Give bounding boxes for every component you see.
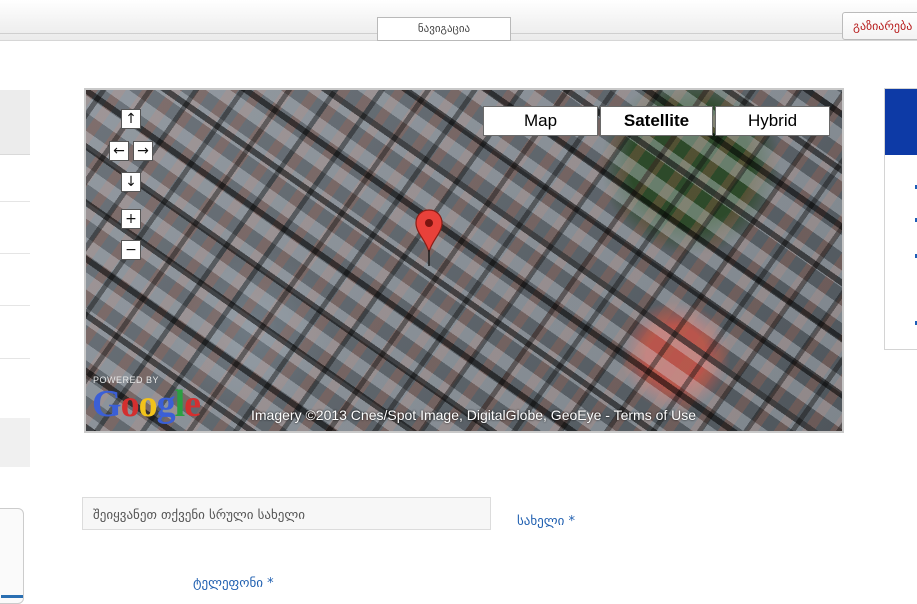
left-panel-divider <box>0 253 30 254</box>
left-sidebar-panel <box>0 90 30 467</box>
pan-up-button[interactable]: ↑ <box>121 109 141 129</box>
left-panel-footer <box>0 418 30 467</box>
map-type-map-button[interactable]: Map <box>483 106 598 136</box>
map-type-satellite-button[interactable]: Satellite <box>600 106 713 136</box>
name-label: სახელი * <box>517 514 575 529</box>
zoom-out-button[interactable]: − <box>121 240 141 260</box>
pan-down-button[interactable]: ↓ <box>121 172 141 192</box>
zoom-in-button[interactable]: + <box>121 209 141 229</box>
right-panel-header <box>885 89 917 155</box>
share-button[interactable]: გაზიარება <box>842 12 917 40</box>
top-bar: ნავიგაცია გაზიარება <box>0 0 917 41</box>
map-attribution[interactable]: Imagery ©2013 Cnes/Spot Image, DigitalGl… <box>251 407 696 423</box>
google-logo: Google <box>92 383 201 425</box>
satellite-map[interactable]: Map Satellite Hybrid ↑ ← → ↓ + − POWERED… <box>84 88 844 433</box>
full-name-input[interactable]: შეიყვანეთ თქვენი სრული სახელი <box>82 497 491 530</box>
map-type-hybrid-button[interactable]: Hybrid <box>715 106 830 136</box>
phone-label: ტელეფონი * <box>193 576 274 591</box>
navigation-tab[interactable]: ნავიგაცია <box>377 17 511 41</box>
pan-left-button[interactable]: ← <box>109 141 129 161</box>
left-panel-divider <box>0 358 30 359</box>
left-panel-divider <box>0 305 30 306</box>
map-marker-icon[interactable] <box>415 208 443 268</box>
left-panel-divider <box>0 201 30 202</box>
pan-right-button[interactable]: → <box>133 141 153 161</box>
left-side-box <box>0 508 24 604</box>
right-side-panel <box>884 88 917 350</box>
left-box-highlight <box>1 595 23 598</box>
left-panel-header <box>0 90 30 155</box>
